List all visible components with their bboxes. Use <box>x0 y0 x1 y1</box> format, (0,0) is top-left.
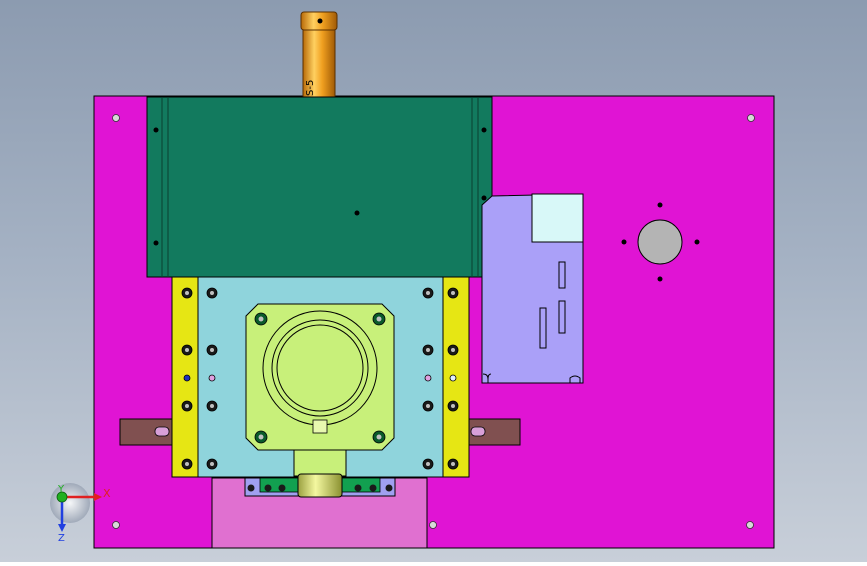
cad-viewport[interactable]: S-5 X Y Z <box>0 0 867 562</box>
y-axis-label: Y <box>57 484 65 495</box>
slider-left[interactable] <box>119 418 174 446</box>
z-axis-label: Z <box>58 533 65 544</box>
slider-right[interactable] <box>467 418 521 446</box>
motor-shaft <box>293 449 347 498</box>
cover-housing[interactable] <box>146 96 493 278</box>
stepper-motor[interactable] <box>245 303 395 451</box>
x-axis-label: X <box>103 487 111 500</box>
controller-box[interactable] <box>481 193 584 384</box>
part-label: S-5 <box>305 80 316 96</box>
cad-model-view[interactable]: S-5 X Y Z <box>0 0 867 562</box>
top-cylinder[interactable]: S-5 <box>300 11 338 98</box>
